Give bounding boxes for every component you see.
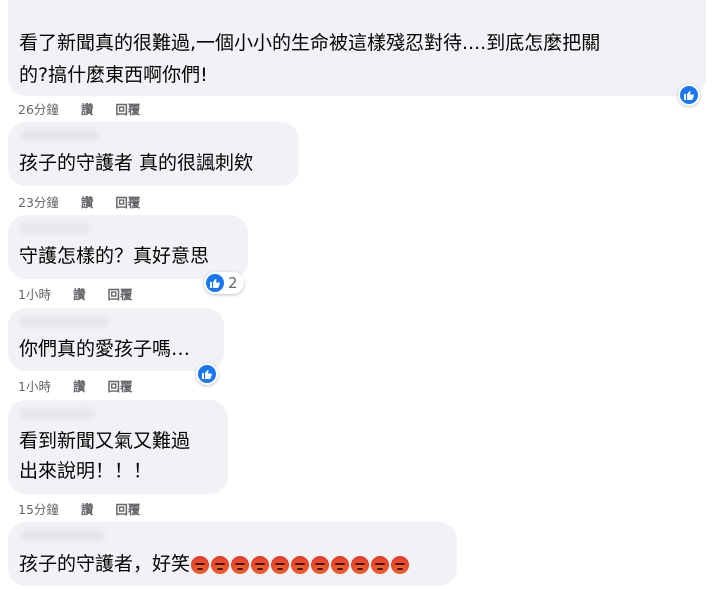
comment-bubble: 看到新聞又氣又難過 出來說明！！！ [8, 400, 228, 494]
timestamp[interactable]: 1小時 [18, 376, 51, 395]
comment-bubble: 你們真的愛孩子嗎… [8, 308, 224, 371]
angry-face-icon [291, 555, 310, 574]
timestamp[interactable]: 1小時 [18, 284, 51, 303]
commenter-name-redacted [20, 316, 110, 327]
comment-text-line: 守護怎樣的？真好意思 [19, 245, 210, 267]
comment-meta: 23分鐘 讚 回覆 [18, 192, 140, 211]
like-button[interactable]: 讚 [73, 376, 86, 395]
commenter-name-redacted [20, 408, 95, 419]
comment-text-line: 孩子的守護者，好笑 [19, 550, 410, 579]
like-button[interactable]: 讚 [81, 99, 94, 118]
comment-meta: 1小時 讚 回覆 [18, 284, 132, 303]
commenter-name-redacted [20, 130, 100, 141]
emoji-sequence [191, 555, 410, 574]
comment-text-line: 的?搞什麼東西啊你們! [19, 64, 208, 86]
like-icon [206, 274, 224, 292]
reply-button[interactable]: 回覆 [115, 499, 140, 518]
angry-face-icon [371, 555, 390, 574]
reply-button[interactable]: 回覆 [115, 192, 140, 211]
comment-meta: 15分鐘 讚 回覆 [18, 499, 140, 518]
comment-text-line: 看了新聞真的很難過,一個小小的生命被這樣殘忍對待....到底怎麼把關 [19, 32, 601, 54]
comment-meta: 1小時 讚 回覆 [18, 376, 132, 395]
commenter-name-redacted [20, 223, 90, 234]
like-icon [198, 365, 216, 383]
reply-button[interactable]: 回覆 [115, 99, 140, 118]
comment-text: 孩子的守護者，好笑 [19, 553, 191, 575]
angry-face-icon [331, 555, 350, 574]
reply-button[interactable]: 回覆 [107, 376, 132, 395]
like-button[interactable]: 讚 [81, 192, 94, 211]
reply-button[interactable]: 回覆 [107, 284, 132, 303]
like-icon [680, 86, 698, 104]
comment-text-line: 你們真的愛孩子嗎… [19, 338, 191, 360]
like-button[interactable]: 讚 [81, 499, 94, 518]
timestamp[interactable]: 23分鐘 [18, 192, 59, 211]
angry-face-icon [191, 555, 210, 574]
comment-bubble: 看了新聞真的很難過,一個小小的生命被這樣殘忍對待....到底怎麼把關 的?搞什麼… [8, 0, 706, 96]
comment-meta: 26分鐘 讚 回覆 [18, 99, 140, 118]
angry-face-icon [351, 555, 370, 574]
reaction-badge[interactable] [196, 363, 218, 385]
comment-bubble: 孩子的守護者，好笑 [8, 522, 457, 586]
angry-face-icon [391, 555, 410, 574]
angry-face-icon [211, 555, 230, 574]
like-button[interactable]: 讚 [73, 284, 86, 303]
comment-bubble: 守護怎樣的？真好意思 [8, 215, 248, 279]
comment-text-line: 看到新聞又氣又難過 [19, 430, 191, 452]
angry-face-icon [311, 555, 330, 574]
reaction-badge[interactable] [678, 84, 700, 106]
timestamp[interactable]: 26分鐘 [18, 99, 59, 118]
reaction-badge[interactable]: 2 [204, 272, 244, 294]
angry-face-icon [231, 555, 250, 574]
comment-text-line: 出來說明！！！ [19, 460, 153, 482]
comment-bubble: 孩子的守護者 真的很諷刺欸 [8, 122, 299, 186]
timestamp[interactable]: 15分鐘 [18, 499, 59, 518]
comment-text-line: 孩子的守護者 真的很諷刺欸 [19, 152, 254, 174]
angry-face-icon [271, 555, 290, 574]
reaction-count: 2 [228, 274, 238, 292]
angry-face-icon [251, 555, 270, 574]
commenter-name-redacted [20, 530, 105, 541]
